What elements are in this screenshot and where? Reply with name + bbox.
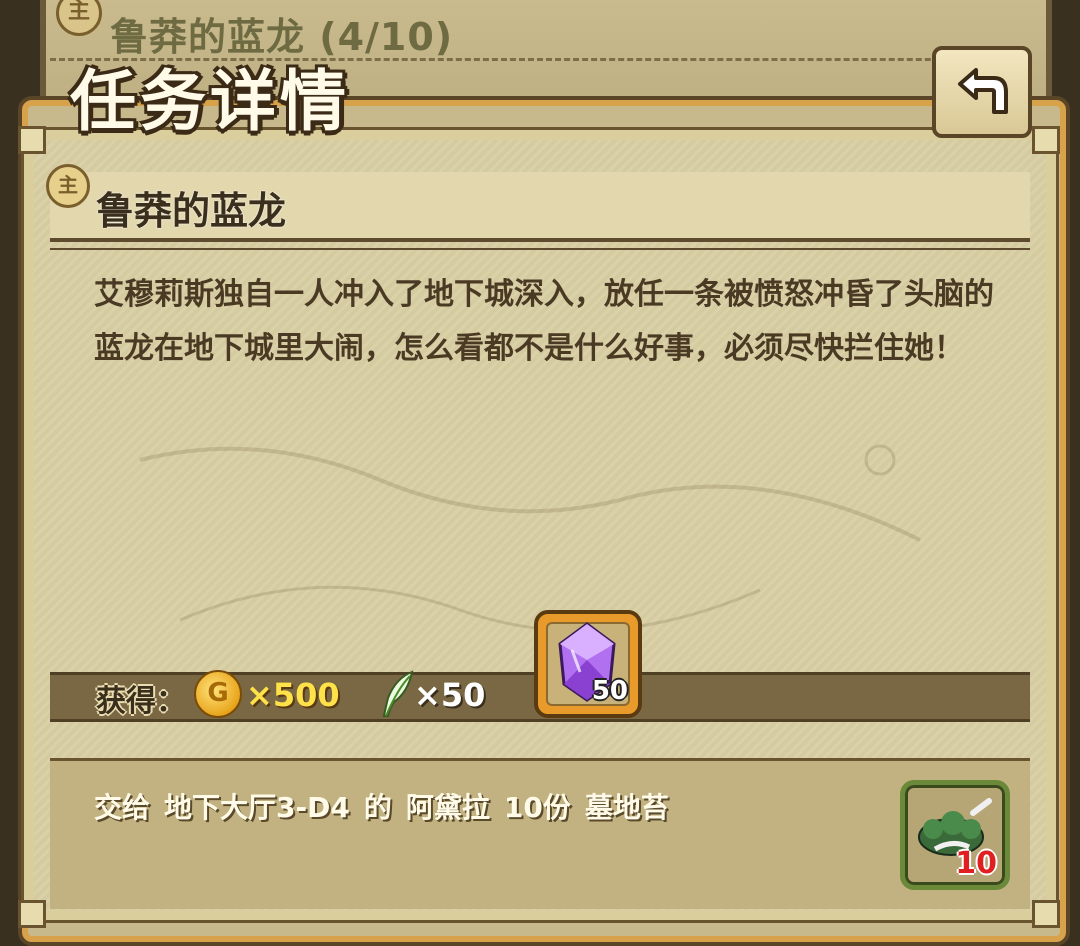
objective-text: 交给 地下大厅3-D4 的阿黛拉 10份 墓地苔 <box>94 786 683 826</box>
crystal-count: 50 <box>591 676 628 706</box>
crystal-reward-item[interactable]: 50 <box>534 610 642 718</box>
gold-reward-amount: ×500 <box>246 676 340 714</box>
objective-quantity: 10份 <box>503 791 571 824</box>
graveyard-moss-item[interactable]: 10 <box>900 780 1010 890</box>
frame-corner <box>1032 900 1060 928</box>
frame-corner <box>1032 126 1060 154</box>
main-quest-badge-icon: 主 <box>46 164 90 208</box>
back-button[interactable] <box>932 46 1032 138</box>
objective-npc: 阿黛拉 <box>405 791 490 824</box>
objective-particle: 的 <box>363 791 392 824</box>
reward-label: 获得： <box>96 684 186 719</box>
feather-icon <box>382 670 414 717</box>
objective-area <box>50 758 1030 909</box>
frame-corner <box>18 900 46 928</box>
objective-item: 墓地苔 <box>584 791 669 824</box>
objective-verb: 交给 <box>94 791 151 824</box>
main-quest-badge-icon: 主 <box>56 0 102 36</box>
back-arrow-icon <box>958 68 1008 114</box>
frame-corner <box>18 126 46 154</box>
page-title: 任务详情 <box>70 63 350 140</box>
quest-title: 鲁莽的蓝龙 <box>96 189 287 233</box>
objective-location: 地下大厅3-D4 <box>164 791 350 824</box>
quest-description: 艾穆莉斯独自一人冲入了地下城深入，放任一条被愤怒冲昏了头脑的蓝龙在地下城里大闹，… <box>94 277 994 366</box>
gold-coin-icon: G <box>194 670 242 718</box>
moss-count: 10 <box>955 846 997 881</box>
feather-reward-amount: ×50 <box>414 676 486 714</box>
